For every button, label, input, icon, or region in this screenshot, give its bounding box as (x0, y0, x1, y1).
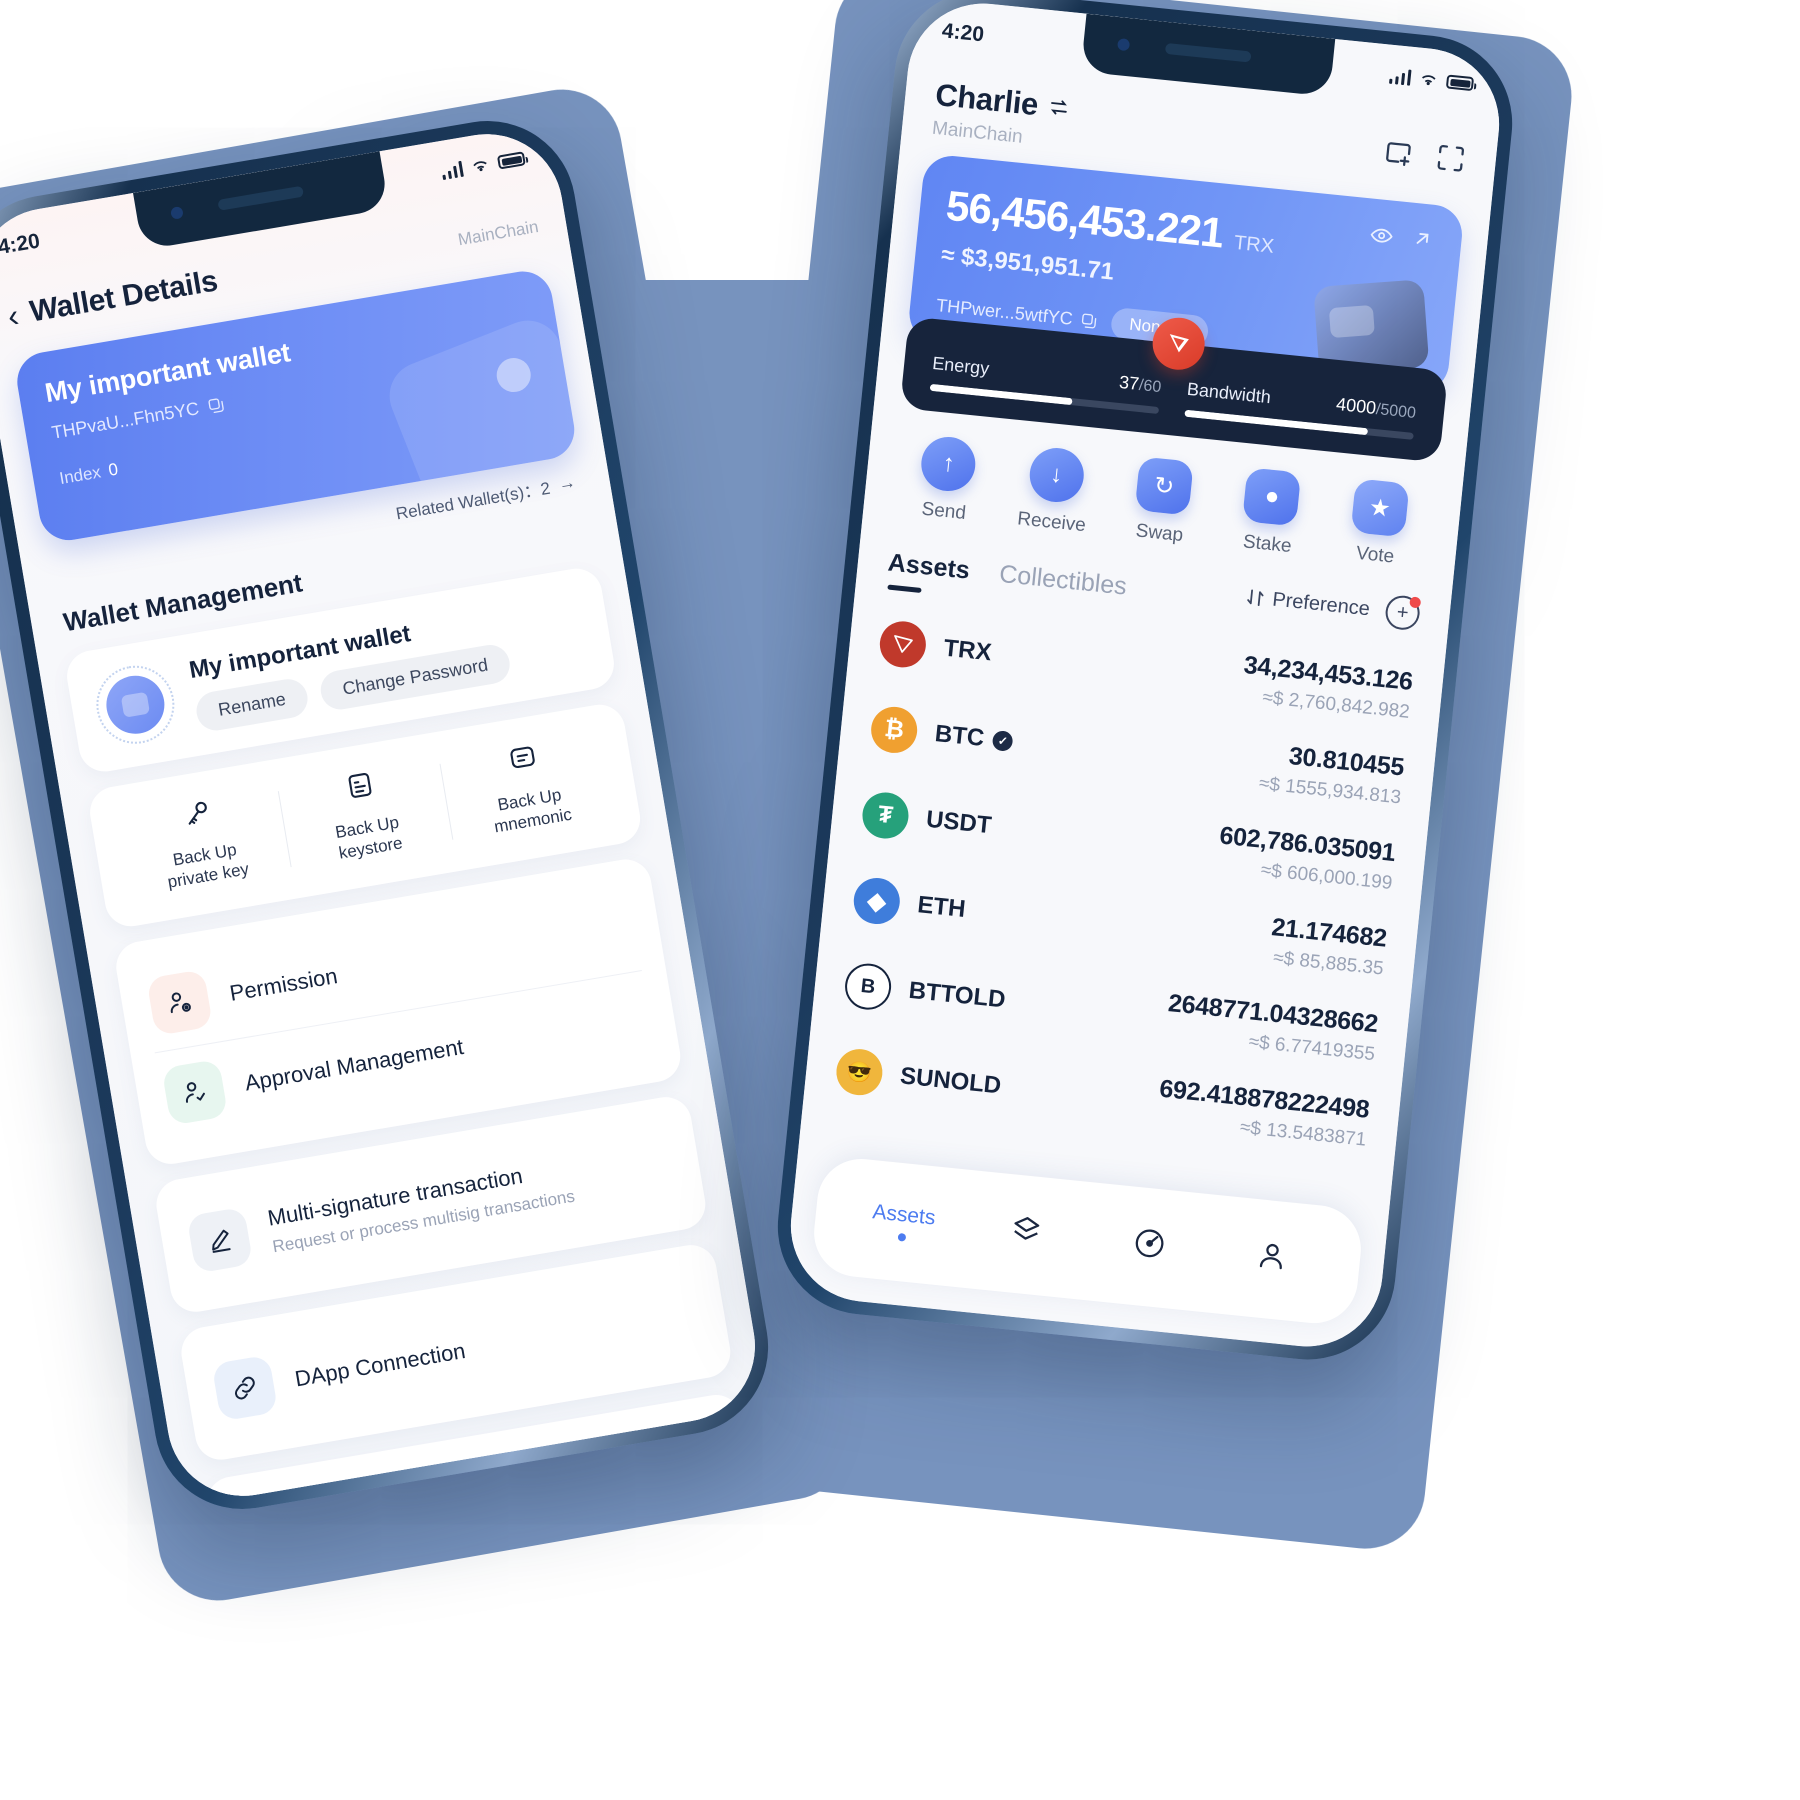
resource-energy-used: 37 (1118, 371, 1141, 394)
assets-list: TRX 34,234,453.126 ≈$ 2,760,842.982 ₿ BT… (802, 574, 1447, 1169)
add-token-button[interactable]: + (1383, 594, 1422, 632)
asset-symbol-btc: BTC (933, 720, 986, 752)
action-receive[interactable]: ↓ Receive (996, 443, 1113, 540)
battery-icon (496, 151, 526, 170)
camera-icon (1117, 38, 1131, 52)
asset-fiat-eth: ≈$ 85,885.35 (1272, 947, 1385, 980)
badge-dot (1409, 596, 1422, 609)
preference-label: Preference (1271, 588, 1371, 620)
btc-coin-icon: ₿ (868, 704, 920, 756)
speaker-icon (217, 185, 305, 211)
action-vote[interactable]: ★ Vote (1320, 476, 1437, 573)
tabbar-label-assets: Assets (871, 1200, 937, 1230)
asset-symbol-eth: ETH (916, 891, 967, 923)
switch-account-icon[interactable] (1047, 95, 1071, 119)
arrow-up-right-icon[interactable] (1410, 227, 1435, 259)
active-dot (897, 1232, 907, 1242)
pencil-icon (186, 1206, 254, 1274)
tabbar-item-assets[interactable]: Assets (840, 1197, 967, 1247)
resource-bandwidth-total: 5000 (1379, 401, 1417, 422)
scene: 4:20 ‹ Wallet Details MainChain My impor… (0, 0, 1800, 1800)
swap-icon: ↻ (1134, 456, 1194, 516)
asset-symbol-sunold: SUNOLD (898, 1062, 1003, 1100)
cellular-bars-icon (440, 160, 464, 181)
wallet-avatar-icon (90, 659, 181, 750)
wifi-icon (1422, 75, 1436, 86)
resource-energy-label: Energy (931, 352, 991, 379)
sunold-coin-icon: 😎 (834, 1046, 885, 1098)
battery-icon (1445, 74, 1475, 92)
person-gear-icon (146, 968, 214, 1036)
link-icon (211, 1354, 279, 1421)
backup-keystore-button[interactable]: Back Up keystore (276, 754, 454, 877)
tabbar-item-discover[interactable] (1085, 1220, 1212, 1274)
account-name: Charlie (933, 76, 1040, 123)
scan-qr-icon[interactable] (1434, 142, 1468, 182)
asset-symbol-bttold: BTTOLD (907, 976, 1007, 1014)
balance-unit: TRX (1232, 231, 1275, 258)
arrow-right-icon: → (556, 471, 577, 494)
resource-bandwidth: Bandwidth 4000/5000 (1184, 379, 1417, 440)
status-time: 4:20 (940, 19, 986, 47)
status-time: 4:20 (0, 229, 42, 260)
verified-badge-icon: ✓ (991, 730, 1014, 752)
arrow-down-icon: ↓ (1026, 445, 1086, 505)
add-wallet-icon[interactable] (1382, 137, 1416, 177)
back-button[interactable]: ‹ (5, 297, 22, 334)
wallet-home-screen: 4:20 Charlie MainChain 56,456,453.221 TR… (783, 0, 1507, 1354)
shield-icon: ● (1242, 467, 1302, 527)
rename-button[interactable]: Rename (193, 675, 311, 733)
action-swap[interactable]: ↻ Swap (1104, 454, 1221, 551)
tabbar-item-profile[interactable] (1208, 1233, 1335, 1287)
chain-label[interactable]: MainChain (457, 217, 540, 250)
arrow-up-icon: ↑ (918, 434, 979, 494)
page-title: Wallet Details (27, 264, 220, 329)
menu-label-permission: Permission (227, 962, 340, 1006)
copy-icon[interactable] (206, 396, 226, 416)
resource-energy: Energy 37/60 (929, 352, 1163, 415)
eth-coin-icon: ◆ (851, 875, 902, 927)
trx-coin-icon (877, 619, 929, 670)
backup-private-key-button[interactable]: Back Up private key (113, 781, 291, 904)
preference-button[interactable]: Preference (1245, 585, 1371, 620)
bottom-tab-bar: Assets (809, 1154, 1366, 1328)
person-icon (1260, 1243, 1283, 1270)
menu-label-approval-management: Approval Management (242, 1033, 466, 1096)
cellular-bars-icon (1388, 68, 1412, 86)
camera-icon (170, 206, 184, 220)
speaker-icon (1164, 42, 1252, 63)
copy-icon[interactable] (1080, 311, 1099, 330)
wallet-index-label: Index (58, 462, 103, 489)
action-stake[interactable]: ● Stake (1212, 465, 1329, 562)
bttold-coin-icon: B (842, 961, 894, 1012)
wifi-icon (473, 161, 487, 172)
action-send[interactable]: ↑ Send (889, 432, 1006, 529)
ticket-icon: ★ (1350, 478, 1410, 538)
sort-icon (1247, 589, 1264, 607)
resource-bandwidth-used: 4000 (1335, 393, 1378, 418)
layers-icon (1014, 1217, 1040, 1240)
asset-symbol-trx: TRX (942, 634, 993, 667)
backup-mnemonic-button[interactable]: Back Up mnemonic (438, 726, 616, 849)
menu-label-dapp-connection: DApp Connection (292, 1337, 468, 1391)
usdt-coin-icon: ₮ (860, 790, 911, 841)
wallet-index-value: 0 (106, 459, 120, 480)
asset-quantity-eth: 21.174682 (1270, 913, 1388, 953)
resource-energy-total: 60 (1142, 377, 1162, 397)
resource-bandwidth-label: Bandwidth (1186, 378, 1272, 408)
person-check-icon (161, 1058, 229, 1126)
tabbar-item-layers[interactable] (963, 1208, 1090, 1262)
eye-icon[interactable] (1368, 223, 1395, 255)
asset-symbol-usdt: USDT (924, 805, 993, 840)
compass-icon (1135, 1229, 1164, 1258)
